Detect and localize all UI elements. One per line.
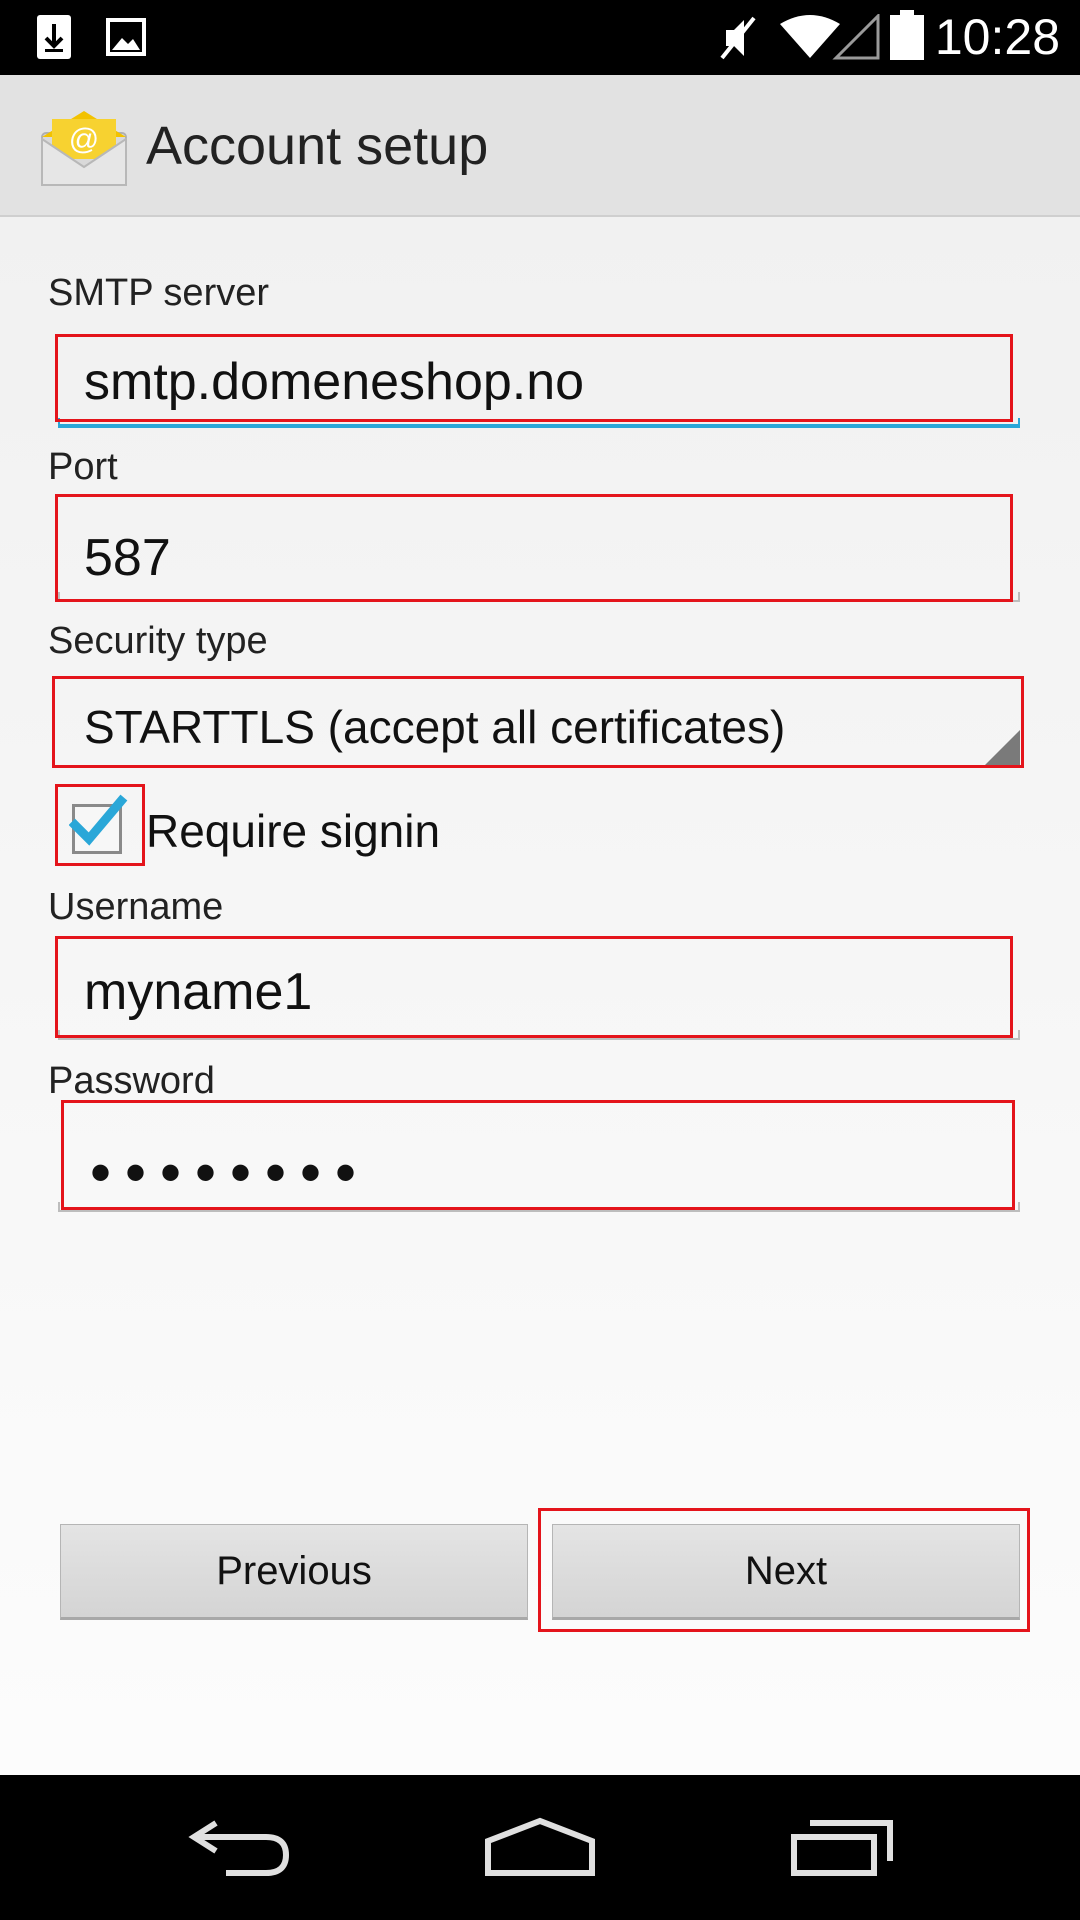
recents-icon[interactable] [790, 1815, 896, 1879]
username-input[interactable]: myname1 [58, 938, 1020, 1040]
port-label: Port [48, 446, 118, 488]
checkmark-icon [69, 794, 128, 846]
page-title: Account setup [146, 116, 489, 176]
svg-text:@: @ [69, 123, 99, 156]
clock: 10:28 [934, 9, 1060, 65]
input-underline [58, 1202, 1020, 1212]
require-signin-label[interactable]: Require signin [146, 804, 440, 858]
signal-icon [832, 14, 880, 60]
password-label: Password [48, 1060, 215, 1102]
security-type-label: Security type [48, 620, 268, 662]
action-bar: @ Account setup [0, 75, 1080, 217]
input-underline [58, 1030, 1020, 1040]
mute-icon [720, 16, 756, 60]
navigation-bar [0, 1775, 1080, 1920]
dropdown-arrow-icon [984, 730, 1020, 766]
username-value: myname1 [84, 963, 313, 1021]
status-bar: 10:28 [0, 0, 1080, 75]
input-underline [58, 592, 1020, 602]
security-type-value: STARTTLS (accept all certificates) [84, 701, 786, 753]
back-icon[interactable] [186, 1815, 294, 1879]
download-icon [37, 15, 71, 59]
input-underline [58, 418, 1020, 428]
port-value: 587 [84, 529, 171, 587]
smtp-server-label: SMTP server [48, 272, 270, 314]
home-icon[interactable] [484, 1815, 596, 1879]
smtp-server-input[interactable]: smtp.domeneshop.no [58, 338, 1020, 428]
next-button[interactable]: Next [552, 1524, 1020, 1620]
port-input[interactable]: 587 [58, 498, 1020, 602]
image-icon [106, 18, 146, 56]
require-signin-checkbox[interactable] [69, 794, 128, 854]
email-app-icon[interactable]: @ [38, 109, 130, 189]
wifi-icon [780, 15, 840, 58]
username-label: Username [48, 886, 224, 928]
smtp-server-value: smtp.domeneshop.no [84, 353, 585, 411]
battery-icon [890, 10, 924, 60]
password-value: •••••••• [90, 1139, 371, 1206]
previous-button[interactable]: Previous [60, 1524, 528, 1620]
